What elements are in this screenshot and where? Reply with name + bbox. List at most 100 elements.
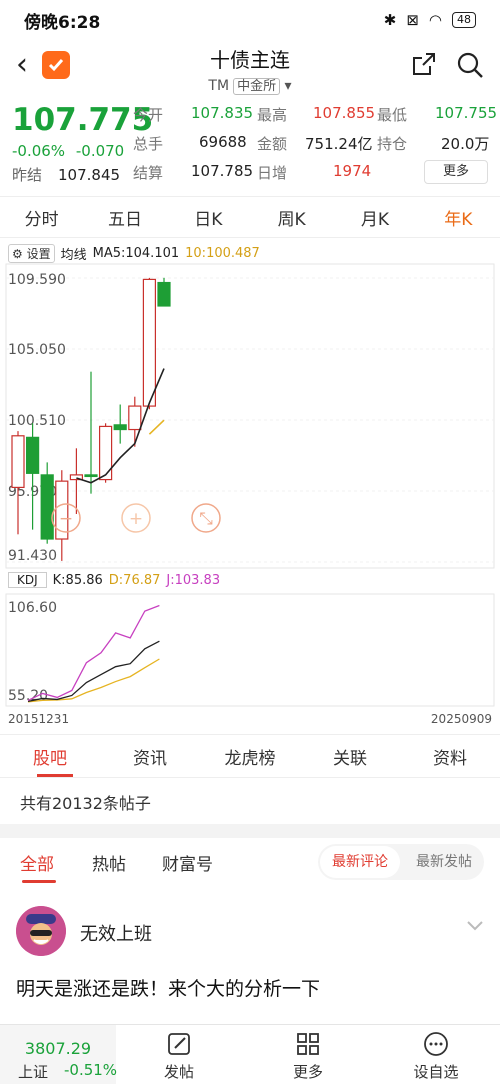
y-tick-label: 105.050: [8, 342, 66, 358]
index-value: 3807.29: [24, 1039, 92, 1058]
bottom-bar: 3807.29 上证 -0.51% 发帖 更多 设自选: [0, 1024, 500, 1084]
y-tick-label: 91.430: [8, 548, 57, 564]
index-change: -0.51%: [64, 1061, 118, 1079]
oi-change-value: 1974: [333, 162, 372, 180]
quote-panel: 107.775 -0.06% -0.070 昨结 107.845 今开 107.8…: [0, 96, 500, 192]
more-menu-label: 更多: [292, 1063, 323, 1081]
kline-svg[interactable]: 109.590105.050100.51095.97091.430− + ⤡106.…: [0, 238, 500, 734]
zoom-in-icon-glyph: +: [129, 509, 143, 529]
settle-value: 107.785: [191, 162, 254, 180]
candle-body: [84, 474, 98, 478]
candle-body: [113, 424, 127, 431]
wifi-icon: ◠: [428, 11, 442, 29]
back-icon[interactable]: ‹: [16, 50, 28, 80]
bluetooth-icon: ✱: [383, 11, 397, 29]
forum-tab-underline: [37, 774, 73, 777]
tab-weekly-k[interactable]: 周K: [250, 205, 333, 230]
ma10-line: [148, 419, 165, 435]
mute-icon: ⊠: [406, 11, 419, 29]
quote-label: 最低: [377, 106, 408, 124]
candle-body: [157, 281, 171, 307]
candle-body: [142, 278, 156, 407]
exchange-badge: 中金所: [233, 78, 281, 95]
tab-dragon-tiger[interactable]: 龙虎榜: [200, 744, 300, 769]
tab-profile[interactable]: 资料: [400, 744, 500, 769]
info-tabs: 股吧 资讯 龙虎榜 关联 资料: [0, 734, 500, 778]
status-bar: 傍晚6:28 ✱ ⊠ ◠ 48: [0, 0, 500, 40]
tab-intraday[interactable]: 分时: [0, 205, 83, 230]
more-dots-icon: [424, 1032, 448, 1056]
tab-related[interactable]: 关联: [300, 744, 400, 769]
status-icons: ✱ ⊠ ◠ 48: [384, 11, 476, 29]
candle-body: [26, 436, 40, 474]
quote-label: 金额: [257, 135, 288, 153]
tab-daily-k[interactable]: 日K: [167, 205, 250, 230]
contract-code: TM: [208, 78, 230, 94]
quote-label: 日增: [257, 164, 288, 182]
tab-monthly-k[interactable]: 月K: [333, 205, 416, 230]
kdj-j-line: [27, 604, 160, 701]
more-menu-button[interactable]: 更多: [268, 1031, 348, 1082]
app-logo-icon[interactable]: [42, 51, 70, 79]
y-tick-label: 109.590: [8, 272, 66, 288]
quote-label: 结算: [133, 164, 164, 182]
post-button[interactable]: 发帖: [139, 1031, 219, 1082]
filter-caifuhao[interactable]: 财富号: [162, 850, 213, 875]
turnover-value: 751.24亿: [305, 135, 373, 153]
post-count: 共有20132条帖子: [20, 794, 151, 813]
open-value: 107.835: [191, 104, 254, 122]
candle-body: [40, 474, 54, 540]
post-username[interactable]: 无效上班: [80, 920, 152, 946]
candle-body: [11, 435, 25, 489]
post-text[interactable]: 明天是涨还是跌！来个大的分析一下: [16, 974, 320, 1001]
filter-underline: [22, 880, 56, 883]
tab-forum[interactable]: 股吧: [0, 744, 100, 769]
status-time: 傍晚6:28: [24, 12, 101, 33]
chevron-down-icon[interactable]: [466, 920, 484, 932]
change-value: -0.070: [75, 142, 125, 160]
high-value: 107.855: [313, 104, 376, 122]
tab-news[interactable]: 资讯: [100, 744, 200, 769]
header: 十债主连 TM 中金所 ▾ ‹: [0, 40, 500, 95]
date-end: 20250909: [430, 712, 492, 726]
add-watchlist-label: 设自选: [413, 1063, 459, 1081]
tab-yearly-k[interactable]: 年K: [417, 205, 500, 230]
price-change: -0.06% -0.070: [12, 142, 124, 160]
sort-latest-comment[interactable]: 最新评论: [320, 846, 400, 878]
kline-chart-area: ⚙ 设置 均线 MA5:104.101 10:100.487 KDJ K:85.…: [0, 238, 500, 734]
search-icon[interactable]: [455, 50, 485, 80]
candle-body: [128, 405, 142, 431]
add-watchlist-button[interactable]: 设自选: [396, 1031, 476, 1082]
candle-body: [98, 425, 113, 481]
prev-settle-value: 107.845: [58, 166, 121, 184]
edit-icon: [168, 1033, 190, 1055]
post-item[interactable]: 无效上班 明天是涨还是跌！来个大的分析一下: [0, 890, 500, 1030]
quote-label: 总手: [133, 135, 164, 153]
zoom-out-icon-glyph: −: [59, 509, 73, 529]
prev-settle: 昨结 107.845: [12, 164, 120, 185]
quote-row-2: 总手 69688 金额 751.24亿 持仓 20.0万: [133, 133, 493, 157]
quote-label: 今开: [133, 106, 164, 124]
sort-toggle: 最新评论 最新发帖: [318, 844, 484, 880]
volume-value: 69688: [199, 133, 247, 151]
section-divider: [0, 824, 500, 838]
quote-row-1: 今开 107.835 最高 107.855 最低 107.755: [133, 104, 497, 128]
post-button-label: 发帖: [163, 1063, 194, 1081]
quote-label: 持仓: [377, 135, 408, 153]
filter-hot[interactable]: 热帖: [92, 850, 126, 875]
y-tick-label: 100.510: [8, 413, 66, 429]
low-value: 107.755: [435, 104, 498, 122]
index-ticker[interactable]: 3807.29 上证 -0.51%: [0, 1025, 118, 1084]
tab-five-day[interactable]: 五日: [83, 205, 166, 230]
kdj-tick-label: 106.60: [8, 600, 57, 616]
avatar[interactable]: [16, 906, 66, 956]
share-icon[interactable]: [410, 50, 438, 78]
date-axis: 20151231 20250909: [8, 712, 492, 726]
battery-icon: 48: [452, 12, 476, 28]
grid-icon: [297, 1033, 319, 1055]
sort-latest-post[interactable]: 最新发帖: [404, 846, 484, 878]
filter-all[interactable]: 全部: [20, 850, 54, 875]
prev-settle-label: 昨结: [12, 166, 43, 184]
more-button[interactable]: 更多: [424, 160, 488, 184]
index-name: 上证: [18, 1063, 49, 1081]
